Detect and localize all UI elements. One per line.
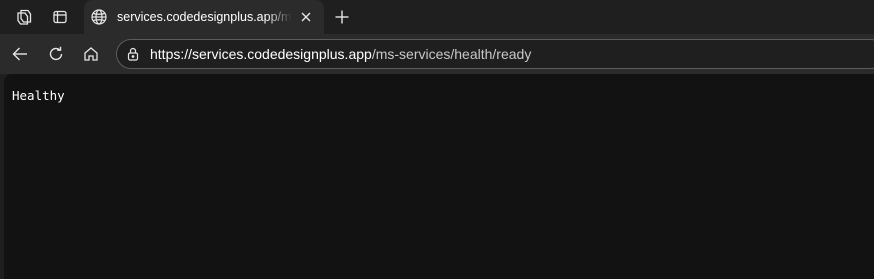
back-button[interactable] bbox=[8, 42, 32, 66]
url-path: /ms-services/health/ready bbox=[371, 46, 532, 62]
tab-strip: services.codedesignplus.app/ms-services/… bbox=[0, 0, 874, 34]
toolbar: https://services.codedesignplus.app/ms-s… bbox=[0, 34, 874, 74]
back-arrow-icon bbox=[11, 45, 29, 63]
address-bar[interactable]: https://services.codedesignplus.app/ms-s… bbox=[116, 39, 874, 69]
page-content: Healthy bbox=[4, 74, 874, 279]
refresh-icon bbox=[47, 45, 65, 63]
tab-title: services.codedesignplus.app/ms-services/… bbox=[117, 10, 292, 24]
tab-active[interactable]: services.codedesignplus.app/ms-services/… bbox=[84, 0, 324, 34]
url-host: https://services.codedesignplus.app bbox=[150, 46, 372, 62]
new-tab-button[interactable] bbox=[330, 5, 354, 29]
home-button[interactable] bbox=[79, 42, 103, 66]
tab-actions-icon bbox=[52, 9, 68, 25]
plus-icon bbox=[334, 9, 350, 25]
lock-icon[interactable] bbox=[125, 46, 141, 62]
refresh-button[interactable] bbox=[44, 42, 68, 66]
close-icon[interactable] bbox=[298, 9, 314, 25]
globe-icon bbox=[90, 8, 108, 26]
workspaces-button[interactable] bbox=[11, 5, 37, 29]
tab-actions-button[interactable] bbox=[47, 5, 73, 29]
browser-window: services.codedesignplus.app/ms-services/… bbox=[0, 0, 874, 279]
home-icon bbox=[82, 45, 100, 63]
workspaces-icon bbox=[15, 8, 33, 26]
response-text: Healthy bbox=[12, 88, 65, 103]
url-text[interactable]: https://services.codedesignplus.app/ms-s… bbox=[150, 46, 531, 63]
